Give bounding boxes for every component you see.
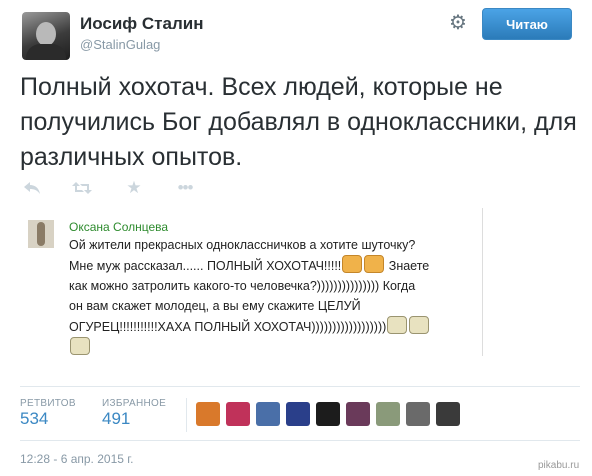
divider [20, 440, 580, 441]
avatar-figure [37, 222, 45, 246]
stats-divider [186, 398, 187, 432]
favorites-count: 491 [102, 409, 131, 428]
more-icon[interactable]: ••• [173, 176, 197, 200]
retweets-stat[interactable]: РЕТВИТОВ 534 [20, 398, 76, 429]
smiley-icon [342, 255, 363, 273]
author-handle[interactable]: @StalinGulag [80, 37, 160, 52]
embedded-text: Ой жители прекрасных одноклассничков а х… [69, 235, 479, 358]
reply-icon[interactable] [20, 176, 44, 200]
favoriters-avatars [196, 402, 476, 426]
smiley-icon [70, 337, 90, 355]
favoriter-avatar[interactable] [406, 402, 430, 426]
smiley-icon [364, 255, 385, 273]
retweets-count: 534 [20, 409, 49, 428]
embedded-line: он вам скажет молодец, а вы ему скажите … [69, 299, 361, 313]
favorites-stat[interactable]: ИЗБРАННОЕ 491 [102, 398, 166, 429]
embedded-line: ОГУРЕЦ!!!!!!!!!!!ХАХА ПОЛНЫЙ ХОХОТАЧ))))… [69, 316, 479, 337]
embedded-line-part: Мне муж рассказал...... ПОЛНЫЙ ХОХОТАЧ!!… [69, 259, 342, 273]
embedded-author-name: Оксана Солнцева [69, 220, 169, 234]
embedded-line: Мне муж рассказал...... ПОЛНЫЙ ХОХОТАЧ!!… [69, 255, 479, 276]
favorite-icon[interactable]: ★ [122, 176, 146, 200]
author-name[interactable]: Иосиф Сталин [80, 14, 203, 34]
watermark: pikabu.ru [538, 460, 580, 471]
favorites-label: ИЗБРАННОЕ [102, 398, 167, 409]
tweet-text: Полный хохотач. Всех людей, которые не п… [20, 73, 577, 171]
divider [20, 386, 580, 387]
author-avatar[interactable] [22, 12, 70, 60]
favoriter-avatar[interactable] [256, 402, 280, 426]
favoriter-avatar[interactable] [346, 402, 370, 426]
gear-icon[interactable]: ⚙ [448, 13, 468, 33]
avatar-face [36, 22, 56, 46]
embedded-line: Ой жители прекрасных одноклассничков а х… [69, 238, 416, 252]
avatar-coat [26, 44, 66, 60]
smiley-icon [387, 316, 408, 334]
tweet-timestamp[interactable]: 12:28 - 6 апр. 2015 г. [20, 452, 134, 466]
favoriter-avatar[interactable] [196, 402, 220, 426]
embedded-line-part: Знаете [388, 259, 430, 273]
retweet-icon[interactable] [70, 176, 94, 200]
embedded-line-part: ОГУРЕЦ!!!!!!!!!!!ХАХА ПОЛНЫЙ ХОХОТАЧ))))… [69, 320, 387, 334]
retweets-label: РЕТВИТОВ [20, 398, 76, 409]
favoriter-avatar[interactable] [376, 402, 400, 426]
favoriter-avatar[interactable] [286, 402, 310, 426]
embedded-line: как можно затролить какого-то человечка?… [69, 279, 416, 293]
favoriter-avatar[interactable] [226, 402, 250, 426]
favoriter-avatar[interactable] [436, 402, 460, 426]
embedded-image[interactable]: Оксана Солнцева Ой жители прекрасных одн… [20, 208, 483, 356]
favoriter-avatar[interactable] [316, 402, 340, 426]
embedded-avatar [28, 220, 54, 248]
embedded-line [69, 337, 479, 358]
follow-button[interactable]: Читаю [482, 8, 572, 40]
smiley-icon [409, 316, 430, 334]
